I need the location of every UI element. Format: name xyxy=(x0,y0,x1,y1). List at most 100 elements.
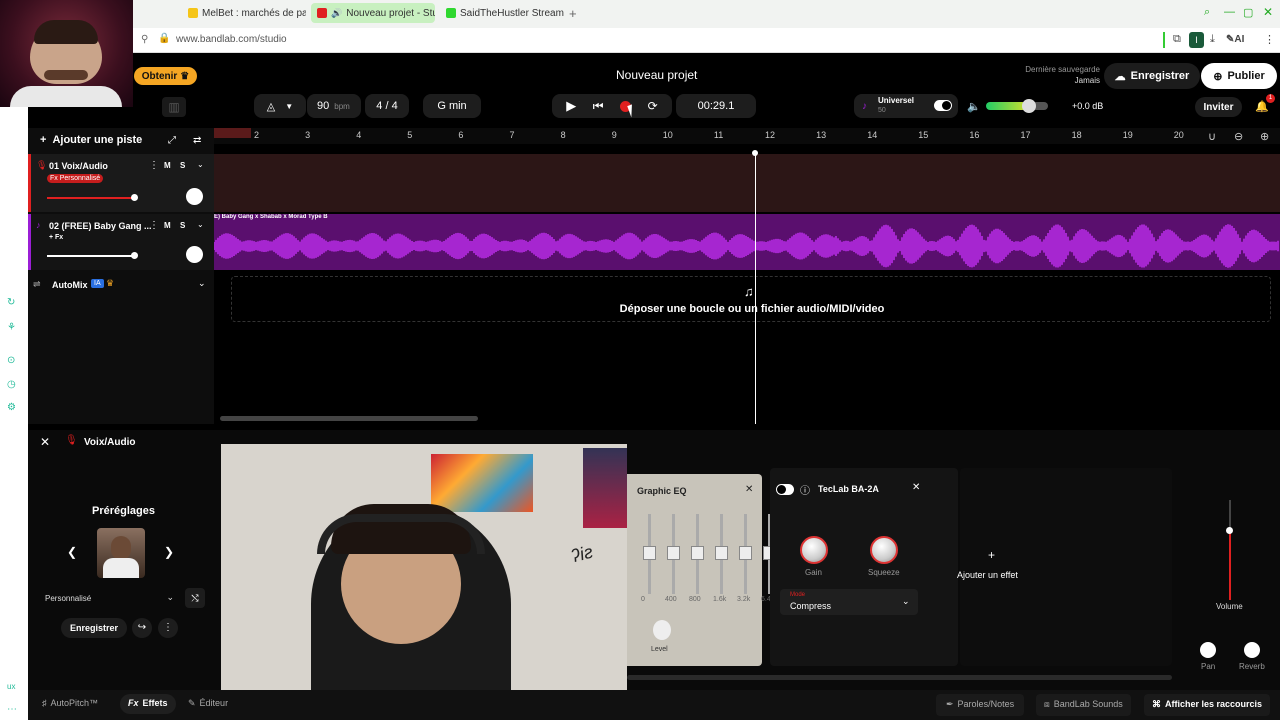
lyrics-button[interactable]: ✒ Paroles/Notes xyxy=(936,694,1025,716)
track-1-more-icon[interactable]: ⋮ xyxy=(149,160,159,171)
more-options-icon[interactable]: ⋮ xyxy=(158,618,178,638)
track-1-pan-knob[interactable] xyxy=(186,188,203,205)
metronome-control[interactable]: ◬ ▼ xyxy=(254,94,306,118)
chevron-down-icon[interactable]: ⌄ xyxy=(197,160,204,169)
close-eq-icon[interactable]: ✕ xyxy=(745,484,753,495)
track-2-volume-thumb[interactable] xyxy=(131,252,138,259)
add-track-button[interactable]: + Ajouter une piste xyxy=(40,134,142,146)
loop-region[interactable] xyxy=(214,128,251,138)
mode-select[interactable]: Mode Compress ⌄ xyxy=(780,589,918,615)
sidebar-icon-1[interactable]: ↻ xyxy=(7,297,15,308)
master-preset-control[interactable]: ♪ Universel 50 xyxy=(854,94,958,118)
project-title[interactable]: Nouveau projet xyxy=(616,68,697,82)
track-2-name[interactable]: 02 (FREE) Baby Gang ... xyxy=(49,221,152,231)
sidebar-icon-5[interactable]: ux xyxy=(7,682,15,691)
preset-artwork[interactable] xyxy=(97,528,145,578)
lock-icon[interactable]: 🔒 xyxy=(158,33,170,44)
horizontal-scrollbar[interactable] xyxy=(220,416,478,421)
playhead-handle[interactable] xyxy=(752,150,758,156)
sidebar-settings-icon[interactable]: ⚙ xyxy=(7,402,16,413)
timeline-ruler[interactable]: 2 3 4 5 6 7 8 9 10 11 12 13 14 15 16 17 18 19 20 ∪ ⊖ ⊕ xyxy=(214,128,1280,144)
close-window-icon[interactable]: ✕ xyxy=(1263,5,1273,19)
tab-melbet[interactable]: MelBet : marchés de paris xyxy=(182,3,306,23)
save-button[interactable]: ☁ Enregistrer xyxy=(1104,63,1200,89)
playhead[interactable] xyxy=(755,152,756,424)
close-panel-icon[interactable]: ✕ xyxy=(40,435,50,449)
reset-preset-icon[interactable]: ⤭ xyxy=(185,588,205,608)
bpm-control[interactable]: 90 bpm xyxy=(307,94,361,118)
eq-slider-thumb[interactable] xyxy=(691,546,704,560)
tab-bandlab[interactable]: 🔊 Nouveau projet - Stud xyxy=(311,3,435,23)
eq-slider-thumb[interactable] xyxy=(667,546,680,560)
key-control[interactable]: G min xyxy=(423,94,481,118)
track-1-name[interactable]: 01 Voix/Audio xyxy=(49,161,108,171)
shortcuts-button[interactable]: ⌘ Afficher les raccourcis xyxy=(1144,694,1271,716)
sidebar-more-icon[interactable]: ⋯ xyxy=(7,704,17,715)
share-icon[interactable]: ↪ xyxy=(132,618,152,638)
extensions-icon[interactable]: ⧉ xyxy=(1173,33,1181,46)
chevron-right-icon[interactable]: ❯ xyxy=(164,545,174,559)
eq-slider-thumb[interactable] xyxy=(715,546,728,560)
profile-icon[interactable]: I xyxy=(1189,32,1204,48)
sidebar-icon-3[interactable]: ⊙ xyxy=(7,355,15,366)
zoom-out-icon[interactable]: ⊖ xyxy=(1234,130,1243,143)
gain-knob[interactable] xyxy=(800,536,828,564)
track-1-fx-badge[interactable]: Fx Personnalisé xyxy=(47,174,104,183)
effects-scrollbar[interactable] xyxy=(627,675,1172,680)
minimize-icon[interactable]: — xyxy=(1224,6,1235,18)
eq-slider-thumb[interactable] xyxy=(739,546,752,560)
pan-knob[interactable] xyxy=(1200,642,1216,658)
site-info-icon[interactable]: ⚲ xyxy=(141,34,148,45)
publish-button[interactable]: ⊕ Publier xyxy=(1201,63,1277,89)
master-volume-slider[interactable] xyxy=(986,102,1048,110)
obtain-button[interactable]: Obtenir ♛ xyxy=(134,67,197,85)
invite-button[interactable]: Inviter xyxy=(1195,97,1242,117)
compressor-toggle[interactable] xyxy=(776,484,794,495)
zoom-in-icon[interactable]: ⊕ xyxy=(1260,130,1269,143)
track-2-pan-knob[interactable] xyxy=(186,246,203,263)
ai-extension-icon[interactable]: ✎AI xyxy=(1226,34,1244,45)
track-2-header[interactable]: ♪ 02 (FREE) Baby Gang ... ⋮ M S ⌄ + Fx xyxy=(28,214,214,270)
drop-zone[interactable]: Déposer une boucle ou un fichier audio/M… xyxy=(231,276,1271,322)
automix-row[interactable]: ⇌ AutoMix IA ♛ ⌄ xyxy=(28,274,214,298)
tab-kick[interactable]: SaidTheHustler Stream - V xyxy=(440,3,565,23)
master-volume-thumb[interactable] xyxy=(1022,99,1036,113)
time-signature-control[interactable]: 4 / 4 xyxy=(365,94,409,118)
track-2-lane[interactable]: E) Baby Gang x Shabab x Morad Type B xyxy=(214,214,1280,270)
preset-toggle[interactable] xyxy=(934,100,952,111)
wand-icon[interactable]: ⤢ xyxy=(168,135,176,146)
volume-icon[interactable]: 🔈 xyxy=(967,100,981,113)
chevron-left-icon[interactable]: ❮ xyxy=(67,545,77,559)
info-icon[interactable]: ⓘ xyxy=(800,482,810,497)
play-icon[interactable]: ▶ xyxy=(566,98,576,114)
mixer-icon[interactable]: ▥ xyxy=(162,97,186,117)
search-icon[interactable]: ⌕ xyxy=(1204,6,1210,19)
url-text[interactable]: www.bandlab.com/studio xyxy=(176,34,287,45)
editor-tab[interactable]: ✎ Éditeur xyxy=(188,698,228,709)
volume-fader-thumb[interactable] xyxy=(1226,527,1233,534)
track-1-header[interactable]: 🎙 01 Voix/Audio ⋮ M S ⌄ Fx Personnalisé xyxy=(28,154,214,212)
loop-icon[interactable]: ⟳ xyxy=(648,99,658,113)
effects-tab[interactable]: Fx Effets xyxy=(120,694,176,714)
track-1-solo[interactable]: S xyxy=(180,161,185,170)
add-effect-card[interactable]: + Ajouter un effet xyxy=(957,468,1172,666)
maximize-icon[interactable]: ▢ xyxy=(1243,6,1253,19)
autopitch-tab[interactable]: ♯ AutoPitch™ xyxy=(42,698,98,708)
eq-level-knob[interactable] xyxy=(653,620,671,640)
track-2-volume-slider[interactable] xyxy=(47,255,137,257)
preset-save-button[interactable]: Enregistrer xyxy=(61,618,127,638)
skip-back-icon[interactable]: ⏮ xyxy=(593,99,604,114)
chevron-down-icon[interactable]: ⌄ xyxy=(198,278,206,289)
sidebar-icon-2[interactable]: ⚘ xyxy=(7,322,16,333)
magnet-icon[interactable]: ∪ xyxy=(1208,130,1216,143)
track-2-fx-badge[interactable]: + Fx xyxy=(49,234,63,241)
chevron-down-icon[interactable]: ⌄ xyxy=(197,220,204,229)
squeeze-knob[interactable] xyxy=(870,536,898,564)
preset-select[interactable]: Personnalisé ⌄ xyxy=(38,588,178,608)
track-1-volume-thumb[interactable] xyxy=(131,194,138,201)
track-1-volume-slider[interactable] xyxy=(47,197,137,199)
new-tab-button[interactable]: + xyxy=(569,6,577,21)
bandlab-sounds-button[interactable]: ⧈ BandLab Sounds xyxy=(1036,694,1131,716)
menu-icon[interactable]: ⋮ xyxy=(1264,33,1275,46)
eq-slider-thumb[interactable] xyxy=(643,546,656,560)
